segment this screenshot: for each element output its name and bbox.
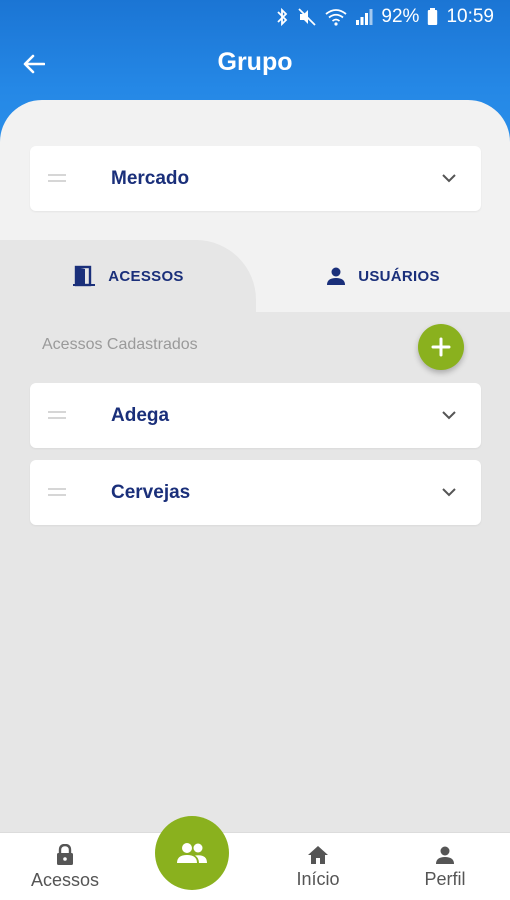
person-icon: [436, 846, 454, 864]
wifi-icon: [325, 8, 347, 26]
nav-perfil-label: Perfil: [424, 868, 466, 889]
status-bar: 92% 10:59: [0, 0, 510, 34]
drag-handle-icon: [48, 174, 66, 182]
home-icon: [308, 845, 328, 864]
toolbar: Grupo: [0, 34, 510, 94]
battery-percent: 92%: [381, 6, 420, 27]
nav-grupo-button[interactable]: [155, 816, 229, 890]
nav-inicio[interactable]: Início: [273, 833, 363, 900]
plus-icon: [431, 337, 451, 357]
drag-handle-icon: [48, 488, 66, 496]
nav-acessos[interactable]: Acessos: [20, 833, 110, 900]
nav-perfil[interactable]: Perfil: [400, 833, 490, 900]
bluetooth-icon: [275, 7, 289, 27]
page-title: Grupo: [217, 48, 293, 76]
group-icon: [177, 843, 207, 863]
group-select-value: Mercado: [111, 167, 190, 189]
content-sheet: Mercado ACESSOS USUÁRIOS Acessos Cadastr…: [0, 100, 510, 832]
add-access-button[interactable]: [418, 324, 464, 370]
chevron-down-icon: [442, 174, 456, 183]
clock: 10:59: [446, 6, 494, 27]
tab-acessos-label: ACESSOS: [108, 267, 184, 285]
tab-acessos[interactable]: ACESSOS: [0, 240, 256, 312]
tab-usuarios[interactable]: USUÁRIOS: [256, 240, 510, 312]
door-icon: [73, 265, 96, 287]
drag-handle-icon: [48, 411, 66, 419]
signal-icon: [355, 8, 373, 26]
chevron-down-icon: [442, 488, 456, 497]
chevron-down-icon: [442, 411, 456, 420]
battery-icon: [427, 8, 438, 26]
group-select[interactable]: Mercado: [30, 146, 481, 211]
mute-icon: [297, 7, 317, 27]
access-item-label: Cervejas: [111, 481, 191, 503]
nav-inicio-label: Início: [296, 868, 340, 889]
section-label: Acessos Cadastrados: [42, 336, 198, 353]
lock-icon: [57, 843, 73, 865]
access-item-label: Adega: [111, 404, 170, 426]
access-item-adega[interactable]: Adega: [30, 383, 481, 448]
nav-acessos-label: Acessos: [30, 869, 100, 890]
tab-usuarios-label: USUÁRIOS: [358, 267, 440, 285]
tab-bar: ACESSOS USUÁRIOS: [0, 240, 510, 312]
access-item-cervejas[interactable]: Cervejas: [30, 460, 481, 525]
bottom-nav: Acessos Início Perfil: [0, 832, 510, 900]
person-icon: [327, 267, 346, 285]
